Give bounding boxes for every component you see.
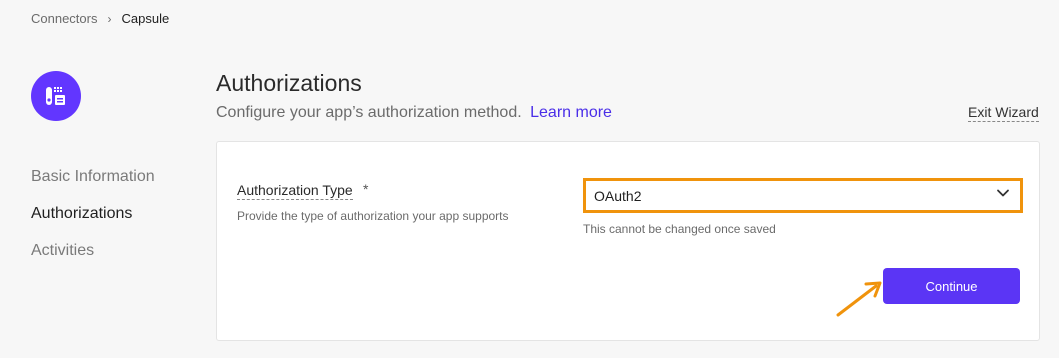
breadcrumb-current: Capsule — [121, 11, 170, 26]
capsule-app-icon — [31, 71, 81, 121]
continue-button[interactable]: Continue — [883, 268, 1020, 304]
auth-type-select[interactable]: OAuth2 — [583, 178, 1023, 213]
auth-type-help: Provide the type of authorization your a… — [237, 209, 509, 223]
sidebar-item-activities[interactable]: Activities — [31, 242, 155, 279]
chevron-right-icon: › — [107, 11, 112, 26]
auth-type-selected-value: OAuth2 — [594, 187, 642, 204]
breadcrumb-link-connectors[interactable]: Connectors — [31, 11, 97, 26]
sidebar-item-authorizations[interactable]: Authorizations — [31, 205, 155, 242]
breadcrumb: Connectors › Capsule — [31, 11, 169, 26]
page-subtitle: Configure your app’s authorization metho… — [216, 104, 612, 122]
exit-wizard-link[interactable]: Exit Wizard — [968, 104, 1039, 122]
auth-type-note: This cannot be changed once saved — [583, 222, 776, 236]
subtitle-text: Configure your app’s authorization metho… — [216, 104, 522, 121]
sidebar-item-basic-information[interactable]: Basic Information — [31, 168, 155, 205]
sidebar-nav: Basic Information Authorizations Activit… — [31, 168, 155, 279]
chevron-down-icon — [996, 186, 1010, 205]
auth-type-label: Authorization Type — [237, 182, 353, 200]
pointer-arrow-icon — [836, 281, 882, 317]
learn-more-link[interactable]: Learn more — [530, 104, 612, 121]
required-marker: * — [363, 181, 369, 197]
authorization-card: Authorization Type * Provide the type of… — [216, 141, 1040, 341]
page-title: Authorizations — [216, 70, 362, 96]
